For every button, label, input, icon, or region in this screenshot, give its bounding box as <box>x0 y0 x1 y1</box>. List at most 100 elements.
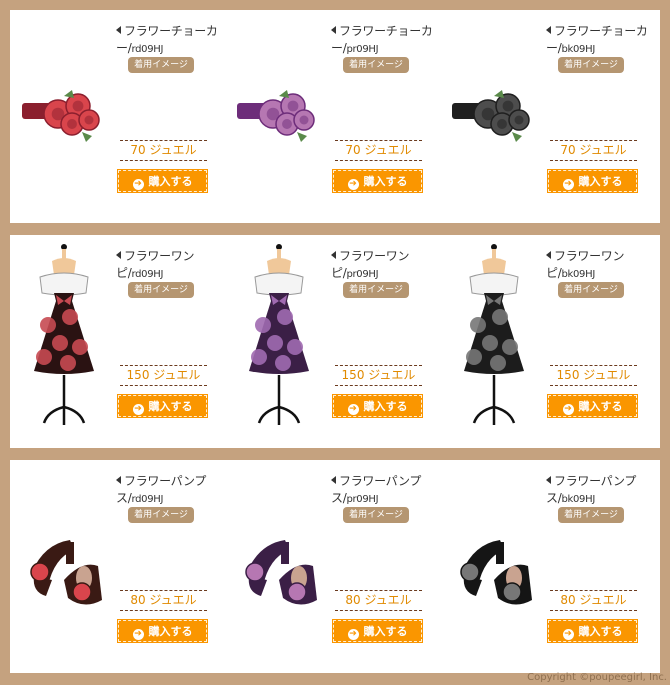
product-name[interactable]: フラワーパンプ ス/bk09HJ <box>546 473 658 508</box>
product-name-line2: ス/ <box>546 491 562 505</box>
wear-image-button[interactable]: 着用イメージ <box>343 282 409 298</box>
product-card: フラワーワン ピ/pr09HJ 着用イメージ 150 ジュエル ➔ 購入する <box>225 235 440 448</box>
wear-image-button[interactable]: 着用イメージ <box>558 507 624 523</box>
product-name[interactable]: フラワーチョーカー/pr09HJ <box>331 23 443 58</box>
arrow-left-icon <box>331 251 336 259</box>
wear-image-button[interactable]: 着用イメージ <box>343 507 409 523</box>
product-name[interactable]: フラワーワン ピ/pr09HJ <box>331 248 443 283</box>
product-name-line1: フラワーチョーカ <box>339 24 433 38</box>
price-label: 80 ジュエル <box>550 590 637 611</box>
product-code: rd09HJ <box>131 494 164 505</box>
product-image[interactable] <box>444 235 544 435</box>
product-image[interactable] <box>444 10 544 210</box>
buy-button[interactable]: ➔ 購入する <box>117 394 208 418</box>
product-code: pr09HJ <box>346 44 379 55</box>
product-image[interactable] <box>444 460 544 660</box>
wear-image-button[interactable]: 着用イメージ <box>128 282 194 298</box>
product-name-line1: フラワーパンプ <box>339 474 422 488</box>
buy-button[interactable]: ➔ 購入する <box>332 619 423 643</box>
product-name[interactable]: フラワーパンプス/rd09HJ <box>116 473 228 508</box>
product-panel: フラワーパンプ ス/rd09HJ 着用イメージ 80 ジュエル ➔ 購入する フラワーパンプ… <box>10 460 660 673</box>
product-name-line1: フラワーチョーカ <box>554 24 648 38</box>
product-name-line2: ピ/ <box>116 266 132 280</box>
product-image[interactable] <box>229 235 329 435</box>
product-card: フラワーチョーカ ー/bk09HJ 着用イメージ 70 ジュエル ➔ 購入する <box>440 10 655 223</box>
buy-button-label: 購入する <box>148 625 193 638</box>
price-label: 80 ジュエル <box>335 590 422 611</box>
product-card: フラワーチョーカ ー/rd09HJ 着用イメージ 70 ジュエル ➔ 購入する <box>10 10 225 223</box>
arrow-right-circle-icon: ➔ <box>347 629 359 640</box>
product-code: bk09HJ <box>561 269 595 280</box>
product-name[interactable]: フラワーワンピ/bk09HJ <box>546 248 658 283</box>
product-image[interactable] <box>14 10 114 210</box>
product-image[interactable] <box>229 460 329 660</box>
arrow-right-circle-icon: ➔ <box>347 179 359 190</box>
arrow-left-icon <box>331 476 336 484</box>
buy-button[interactable]: ➔ 購入する <box>332 394 423 418</box>
arrow-right-circle-icon: ➔ <box>132 404 144 415</box>
wear-image-button[interactable]: 着用イメージ <box>128 507 194 523</box>
buy-button-label: 購入する <box>148 400 193 413</box>
arrow-right-circle-icon: ➔ <box>562 179 574 190</box>
product-name-line2: ピ/ <box>546 266 562 280</box>
price-label: 70 ジュエル <box>335 140 422 161</box>
product-name-line1: フラワーワン <box>124 249 195 263</box>
buy-button-label: 購入する <box>578 400 623 413</box>
product-card: フラワーワン ピ/rd09HJ 着用イメージ 150 ジュエル ➔ 購入する <box>10 235 225 448</box>
price-label: 150 ジュエル <box>550 365 637 386</box>
product-panel: フラワーチョーカ ー/rd09HJ 着用イメージ 70 ジュエル ➔ 購入する フラワーチョ… <box>10 10 660 223</box>
product-code: rd09HJ <box>131 44 164 55</box>
buy-button[interactable]: ➔ 購入する <box>547 169 638 193</box>
arrow-right-circle-icon: ➔ <box>562 404 574 415</box>
arrow-left-icon <box>116 476 121 484</box>
buy-button-label: 購入する <box>578 175 623 188</box>
arrow-right-circle-icon: ➔ <box>132 179 144 190</box>
buy-button[interactable]: ➔ 購入する <box>117 169 208 193</box>
arrow-left-icon <box>331 26 336 34</box>
product-name[interactable]: フラワーワンピ/rd09HJ <box>116 248 228 283</box>
arrow-right-circle-icon: ➔ <box>132 629 144 640</box>
product-name-line1: フラワーパンプ <box>124 474 207 488</box>
buy-button-label: 購入する <box>148 175 193 188</box>
buy-button-label: 購入する <box>363 625 408 638</box>
buy-button[interactable]: ➔ 購入する <box>547 619 638 643</box>
product-image[interactable] <box>14 460 114 660</box>
product-code: rd09HJ <box>131 269 164 280</box>
buy-button[interactable]: ➔ 購入する <box>117 619 208 643</box>
product-card: フラワーチョーカ ー/pr09HJ 着用イメージ 70 ジュエル ➔ 購入する <box>225 10 440 223</box>
price-label: 80 ジュエル <box>120 590 207 611</box>
product-name-line1: フラワーワン <box>554 249 625 263</box>
buy-button-label: 購入する <box>578 625 623 638</box>
price-label: 70 ジュエル <box>550 140 637 161</box>
price-label: 150 ジュエル <box>120 365 207 386</box>
wear-image-button[interactable]: 着用イメージ <box>558 282 624 298</box>
wear-image-button[interactable]: 着用イメージ <box>128 57 194 73</box>
arrow-left-icon <box>546 476 551 484</box>
product-name-line2: ー/ <box>331 41 347 55</box>
product-name-line1: フラワーチョーカ <box>124 24 218 38</box>
buy-button[interactable]: ➔ 購入する <box>547 394 638 418</box>
product-name[interactable]: フラワーチョーカ ー/rd09HJ <box>116 23 228 58</box>
product-image[interactable] <box>229 10 329 210</box>
product-image[interactable] <box>14 235 114 435</box>
buy-button[interactable]: ➔ 購入する <box>332 169 423 193</box>
product-card: フラワーパンプ ス/rd09HJ 着用イメージ 80 ジュエル ➔ 購入する <box>10 460 225 673</box>
product-name-line1: フラワーワン <box>339 249 410 263</box>
wear-image-button[interactable]: 着用イメージ <box>558 57 624 73</box>
product-name[interactable]: フラワーチョーカ ー/bk09HJ <box>546 23 658 58</box>
arrow-left-icon <box>116 26 121 34</box>
copyright-text: Copyright ©poupeegirl, Inc. <box>527 672 667 683</box>
product-name-line2: ス/ <box>331 491 347 505</box>
arrow-right-circle-icon: ➔ <box>347 404 359 415</box>
product-code: pr09HJ <box>346 494 379 505</box>
arrow-left-icon <box>546 26 551 34</box>
product-name-line2: ス/ <box>116 491 132 505</box>
product-name[interactable]: フラワーパンプス/pr09HJ <box>331 473 443 508</box>
product-card: フラワーワン ピ/bk09HJ 着用イメージ 150 ジュエル ➔ 購入する <box>440 235 655 448</box>
product-code: bk09HJ <box>561 44 595 55</box>
wear-image-button[interactable]: 着用イメージ <box>343 57 409 73</box>
arrow-left-icon <box>546 251 551 259</box>
product-card: フラワーパンプ ス/pr09HJ 着用イメージ 80 ジュエル ➔ 購入する <box>225 460 440 673</box>
product-code: pr09HJ <box>346 269 379 280</box>
price-label: 70 ジュエル <box>120 140 207 161</box>
